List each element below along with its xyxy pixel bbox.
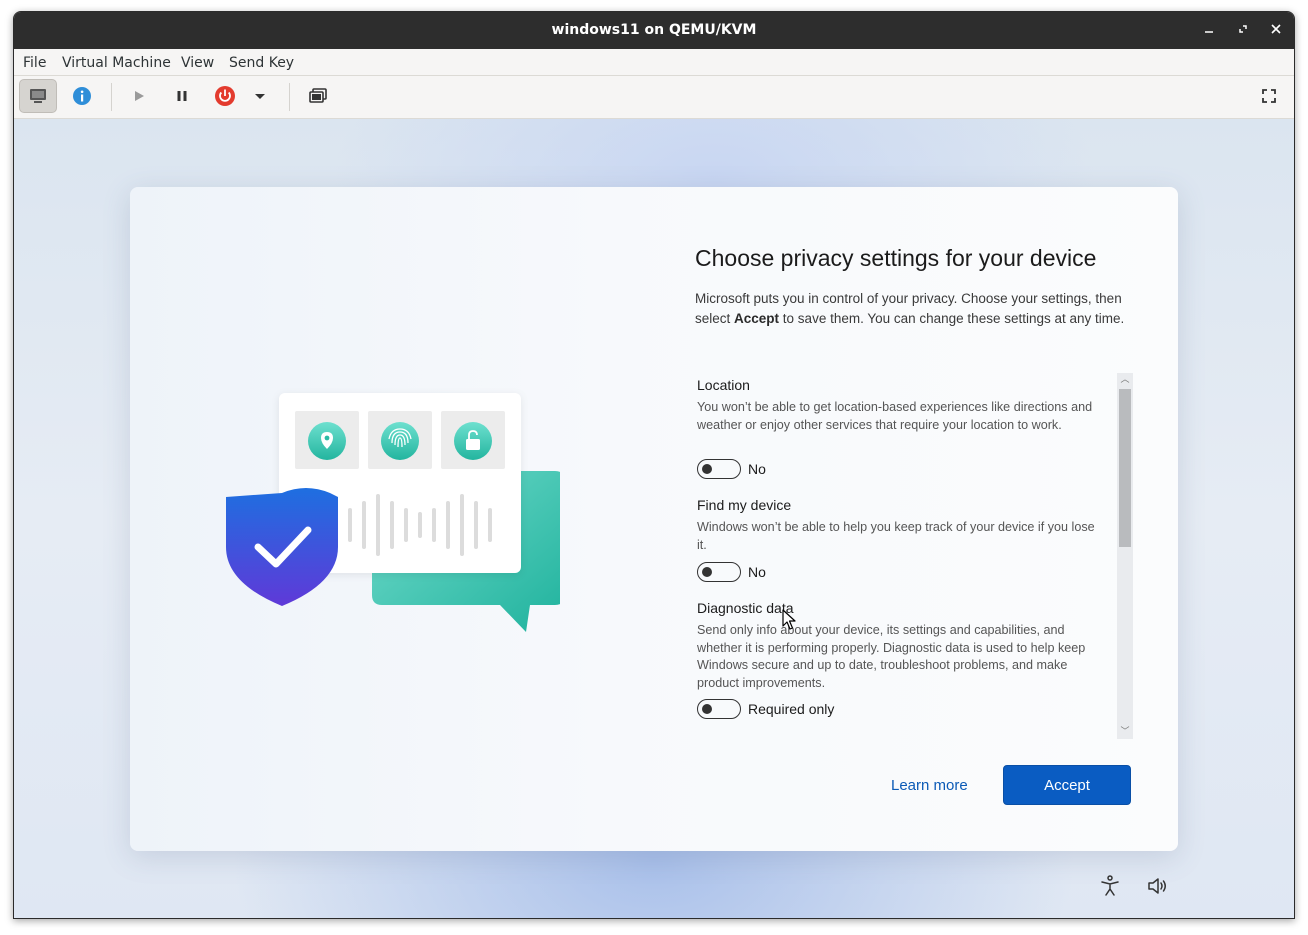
snapshots-button[interactable] xyxy=(299,79,337,113)
menu-send-key[interactable]: Send Key xyxy=(229,55,294,71)
shutdown-menu-button[interactable] xyxy=(246,79,274,113)
scrollbar-thumb[interactable] xyxy=(1119,389,1131,547)
diagnostic-data-title: Diagnostic data xyxy=(697,600,794,616)
play-icon xyxy=(135,91,144,101)
minimize-icon xyxy=(1205,31,1213,33)
settings-list[interactable]: Location You won’t be able to get locati… xyxy=(695,371,1135,739)
fullscreen-button[interactable] xyxy=(1250,79,1288,113)
toggle-knob xyxy=(702,463,712,474)
monitor-icon xyxy=(30,89,46,103)
fullscreen-icon xyxy=(1262,89,1276,103)
accept-button[interactable]: Accept xyxy=(1003,765,1131,805)
window-title: windows11 on QEMU/KVM xyxy=(551,22,757,38)
intro-text: Microsoft puts you in control of your pr… xyxy=(695,291,1125,326)
vm-viewer-window: windows11 on QEMU/KVM File Virtual Machi… xyxy=(13,11,1295,919)
menu-file[interactable]: File xyxy=(23,55,46,71)
run-button[interactable] xyxy=(120,79,158,113)
power-icon xyxy=(215,86,235,106)
close-icon xyxy=(1271,24,1281,34)
location-title: Location xyxy=(697,377,750,393)
scroll-down-icon[interactable]: ﹀ xyxy=(1117,725,1133,739)
diagnostic-data-description: Send only info about your device, its se… xyxy=(697,623,1086,690)
page-title: Choose privacy settings for your device xyxy=(695,245,1097,271)
title-bar: windows11 on QEMU/KVM xyxy=(14,12,1294,49)
snapshots-icon xyxy=(309,88,327,103)
accessibility-icon[interactable] xyxy=(1098,874,1122,898)
toggle-knob xyxy=(702,566,712,577)
minimize-button[interactable] xyxy=(1198,20,1220,42)
toolbar xyxy=(14,76,1294,119)
privacy-illustration xyxy=(226,393,560,632)
diagnostic-data-toggle[interactable] xyxy=(697,699,741,719)
scroll-up-icon[interactable]: ︿ xyxy=(1117,373,1133,387)
vm-display[interactable]: Choose privacy settings for your device … xyxy=(14,119,1294,918)
settings-scrollbar[interactable]: ︿ ﹀ xyxy=(1117,373,1133,739)
diagnostic-data-value: Required only xyxy=(748,701,835,717)
menu-virtual-machine[interactable]: Virtual Machine xyxy=(62,55,171,71)
chevron-down-icon xyxy=(255,94,265,99)
menu-bar: File Virtual Machine View Send Key xyxy=(14,49,1294,76)
toggle-knob xyxy=(702,703,712,714)
learn-more-link[interactable]: Learn more xyxy=(891,777,968,794)
pause-button[interactable] xyxy=(163,79,201,113)
location-description: You won’t be able to get location-based … xyxy=(697,400,1093,432)
restore-button[interactable] xyxy=(1232,20,1254,42)
find-my-device-description: Windows won’t be able to help you keep t… xyxy=(697,520,1095,552)
oobe-privacy-card: Choose privacy settings for your device … xyxy=(130,187,1178,851)
pause-icon xyxy=(177,91,187,101)
find-my-device-toggle[interactable] xyxy=(697,562,741,582)
mouse-cursor-icon xyxy=(782,609,796,630)
find-my-device-title: Find my device xyxy=(697,497,792,513)
volume-icon[interactable] xyxy=(1146,874,1170,898)
shutdown-button[interactable] xyxy=(206,79,244,113)
restore-icon xyxy=(1239,25,1247,33)
location-value: No xyxy=(748,461,766,477)
details-button[interactable] xyxy=(63,79,101,113)
console-button[interactable] xyxy=(19,79,57,113)
find-my-device-value: No xyxy=(748,564,766,580)
info-icon xyxy=(73,87,91,105)
close-button[interactable] xyxy=(1265,20,1287,42)
location-toggle[interactable] xyxy=(697,459,741,479)
fingerprint-tile-icon xyxy=(381,422,419,460)
shield-shape xyxy=(226,488,338,606)
menu-view[interactable]: View xyxy=(181,55,214,71)
